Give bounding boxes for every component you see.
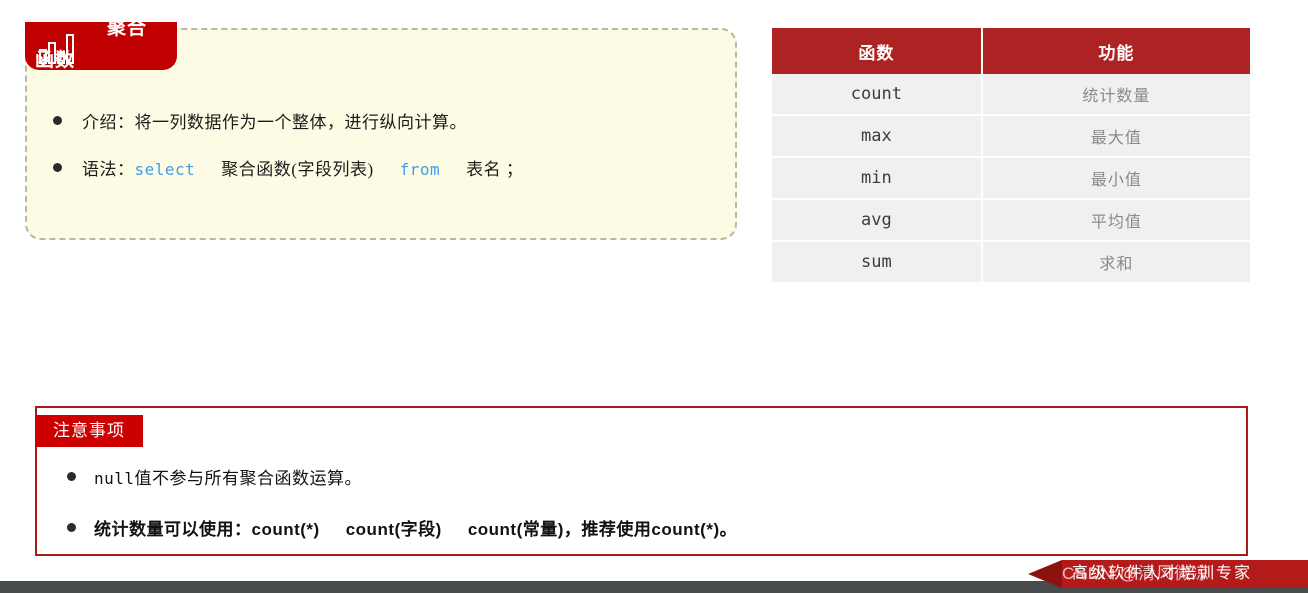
table-row: max 最大值 — [772, 116, 1250, 158]
table-row: count 统计数量 — [772, 74, 1250, 116]
syntax-text: 语法：select 聚合函数(字段列表) from 表名 ； — [82, 155, 523, 180]
column-header-function: 函数 — [772, 28, 983, 74]
syntax-suffix: 表名 ； — [466, 160, 524, 179]
table-row: avg 平均值 — [772, 200, 1250, 242]
cell-function-desc: 求和 — [982, 242, 1250, 284]
cell-function-desc: 最大值 — [982, 116, 1250, 158]
count-part-b: count(字段) — [345, 520, 442, 539]
aggregate-function-table: 函数 功能 count 统计数量 max 最大值 min 最小值 avg 平均值… — [772, 28, 1250, 284]
notes-box: null值不参与所有聚合函数运算。 统计数量可以使用：count(*) count… — [35, 406, 1248, 556]
cell-function-desc: 最小值 — [982, 158, 1250, 200]
table-row: min 最小值 — [772, 158, 1250, 200]
sql-keyword-from: from — [399, 160, 441, 179]
bullet-dot-icon — [67, 472, 76, 481]
aggregate-function-badge: 聚合函数 — [25, 18, 177, 71]
bullet-dot-icon — [53, 163, 62, 172]
cell-function-desc: 统计数量 — [982, 74, 1250, 116]
list-item: null值不参与所有聚合函数运算。 — [67, 464, 1236, 489]
cell-function-name: max — [772, 116, 983, 158]
table-row: sum 求和 — [772, 242, 1250, 284]
count-part-c: count(常量)，推荐使用count(*)。 — [467, 520, 738, 539]
bullet-dot-icon — [53, 116, 62, 125]
note-text-null: null值不参与所有聚合函数运算。 — [94, 464, 362, 489]
cell-function-name: min — [772, 158, 983, 200]
null-keyword: null — [94, 469, 135, 488]
badge-line-1: 聚合 — [106, 18, 147, 39]
syntax-middle: 聚合函数(字段列表) — [221, 160, 374, 179]
column-header-description: 功能 — [982, 28, 1250, 74]
count-part-a: 统计数量可以使用：count(*) — [94, 520, 320, 539]
concept-bullet-list: 介绍：将一列数据作为一个整体，进行纵向计算。 语法：select 聚合函数(字段列… — [53, 108, 719, 202]
cell-function-name: count — [772, 74, 983, 116]
banner-arrow-icon — [1028, 560, 1062, 588]
list-item: 语法：select 聚合函数(字段列表) from 表名 ； — [53, 155, 719, 180]
cell-function-desc: 平均值 — [982, 200, 1250, 242]
badge-label: 聚合函数 — [35, 18, 173, 72]
cell-function-name: avg — [772, 200, 983, 242]
syntax-label: 语法： — [82, 160, 135, 179]
note-text-count: 统计数量可以使用：count(*) count(字段) count(常量)，推荐使用… — [94, 515, 737, 540]
table-header-row: 函数 功能 — [772, 28, 1250, 74]
cell-function-name: sum — [772, 242, 983, 284]
watermark-text: CSDN @清风微凉 — [1062, 564, 1211, 583]
list-item: 介绍：将一列数据作为一个整体，进行纵向计算。 — [53, 108, 719, 133]
notes-bullet-list: null值不参与所有聚合函数运算。 统计数量可以使用：count(*) count… — [67, 464, 1236, 566]
intro-text: 介绍：将一列数据作为一个整体，进行纵向计算。 — [82, 113, 467, 132]
bullet-dot-icon — [67, 523, 76, 532]
badge-line-2: 函数 — [35, 50, 76, 71]
list-item: 统计数量可以使用：count(*) count(字段) count(常量)，推荐使用… — [67, 515, 1236, 540]
sql-keyword-select: select — [134, 160, 196, 179]
note-tail: 值不参与所有聚合函数运算。 — [134, 469, 363, 488]
notes-badge: 注意事项 — [35, 415, 143, 447]
